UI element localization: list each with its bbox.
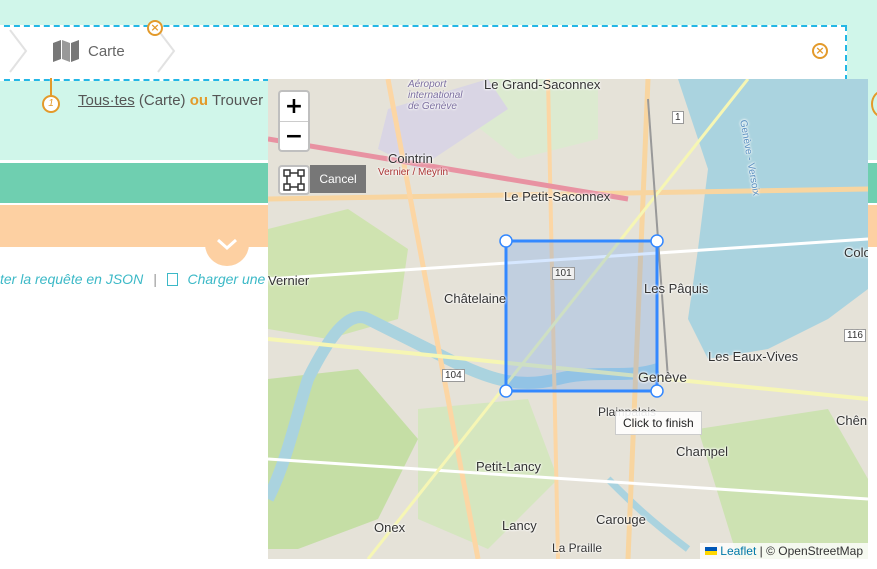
breadcrumb-item-carte[interactable]: Carte — [88, 43, 125, 60]
cancel-draw-button[interactable]: Cancel — [310, 165, 366, 193]
rectangle-draw-icon — [283, 169, 305, 191]
place-label: Aéroport international de Genève — [408, 79, 463, 112]
place-label: La Praille — [552, 541, 603, 555]
place-label: Les Pâquis — [644, 281, 709, 296]
ukraine-flag-icon — [704, 547, 717, 555]
place-label: Petit-Lancy — [476, 459, 542, 474]
breadcrumb-separator-icon — [9, 29, 28, 73]
leaflet-link[interactable]: Leaflet — [720, 544, 756, 558]
links-separator: | — [153, 271, 157, 287]
map-icon — [53, 40, 79, 62]
place-label: Lancy — [502, 518, 537, 533]
place-label: Cointrin — [388, 151, 433, 166]
load-link[interactable]: Charger une — [188, 271, 266, 287]
step-connector — [50, 78, 52, 96]
place-label: Chên — [836, 413, 868, 428]
place-label: Carouge — [596, 512, 646, 527]
map-attribution: Leaflet | © OpenStreetMap — [699, 543, 868, 559]
action-links: ter la requête en JSON | Charger une — [0, 271, 265, 287]
place-label: Genève — [638, 369, 688, 385]
place-label: Les Eaux-Vives — [708, 349, 799, 364]
find-label[interactable]: Trouver : — [212, 92, 271, 109]
place-label: Champel — [676, 444, 729, 459]
osm-attribution[interactable]: | © OpenStreetMap — [760, 544, 863, 558]
json-link[interactable]: ter la requête en JSON — [0, 271, 143, 287]
place-label: Le Grand-Saconnex — [484, 79, 601, 92]
all-link[interactable]: Tous·tes — [78, 92, 135, 109]
or-label: ou — [189, 92, 209, 109]
draw-tooltip: Click to finish — [615, 411, 702, 435]
map-widget[interactable]: Le Grand-Saconnex Aéroport international… — [268, 79, 868, 559]
zoom-out-button[interactable]: − — [280, 122, 308, 151]
road-number: 1 — [672, 111, 684, 124]
remove-filter-icon[interactable]: × — [147, 20, 163, 36]
breadcrumb-separator-icon — [157, 29, 176, 73]
clear-search-icon[interactable]: × — [812, 43, 828, 59]
place-label: Châtelaine — [444, 291, 507, 306]
zoom-in-button[interactable]: + — [280, 92, 308, 122]
scope-label: (Carte) — [138, 92, 186, 109]
breadcrumb-bar — [0, 25, 847, 81]
expand-button[interactable] — [205, 222, 249, 266]
road-number: 101 — [552, 267, 575, 280]
place-label: Vernier / Meyrin — [378, 167, 449, 178]
query-line: Tous·tes (Carte) ou Trouver : — [78, 92, 271, 109]
road-number: 116 — [844, 329, 866, 342]
map-tiles — [268, 79, 868, 559]
step-number-badge: 1 — [42, 95, 60, 113]
road-number: 104 — [442, 369, 465, 382]
place-label: Le Petit-Saconnex — [504, 189, 611, 204]
place-label: Onex — [374, 520, 406, 535]
draw-rectangle-button[interactable] — [278, 165, 310, 195]
zoom-control: + − — [278, 90, 310, 152]
chevron-down-icon — [217, 238, 237, 251]
load-icon — [166, 273, 178, 286]
place-label: Vernier — [268, 273, 310, 288]
place-label: Colo — [844, 245, 868, 260]
